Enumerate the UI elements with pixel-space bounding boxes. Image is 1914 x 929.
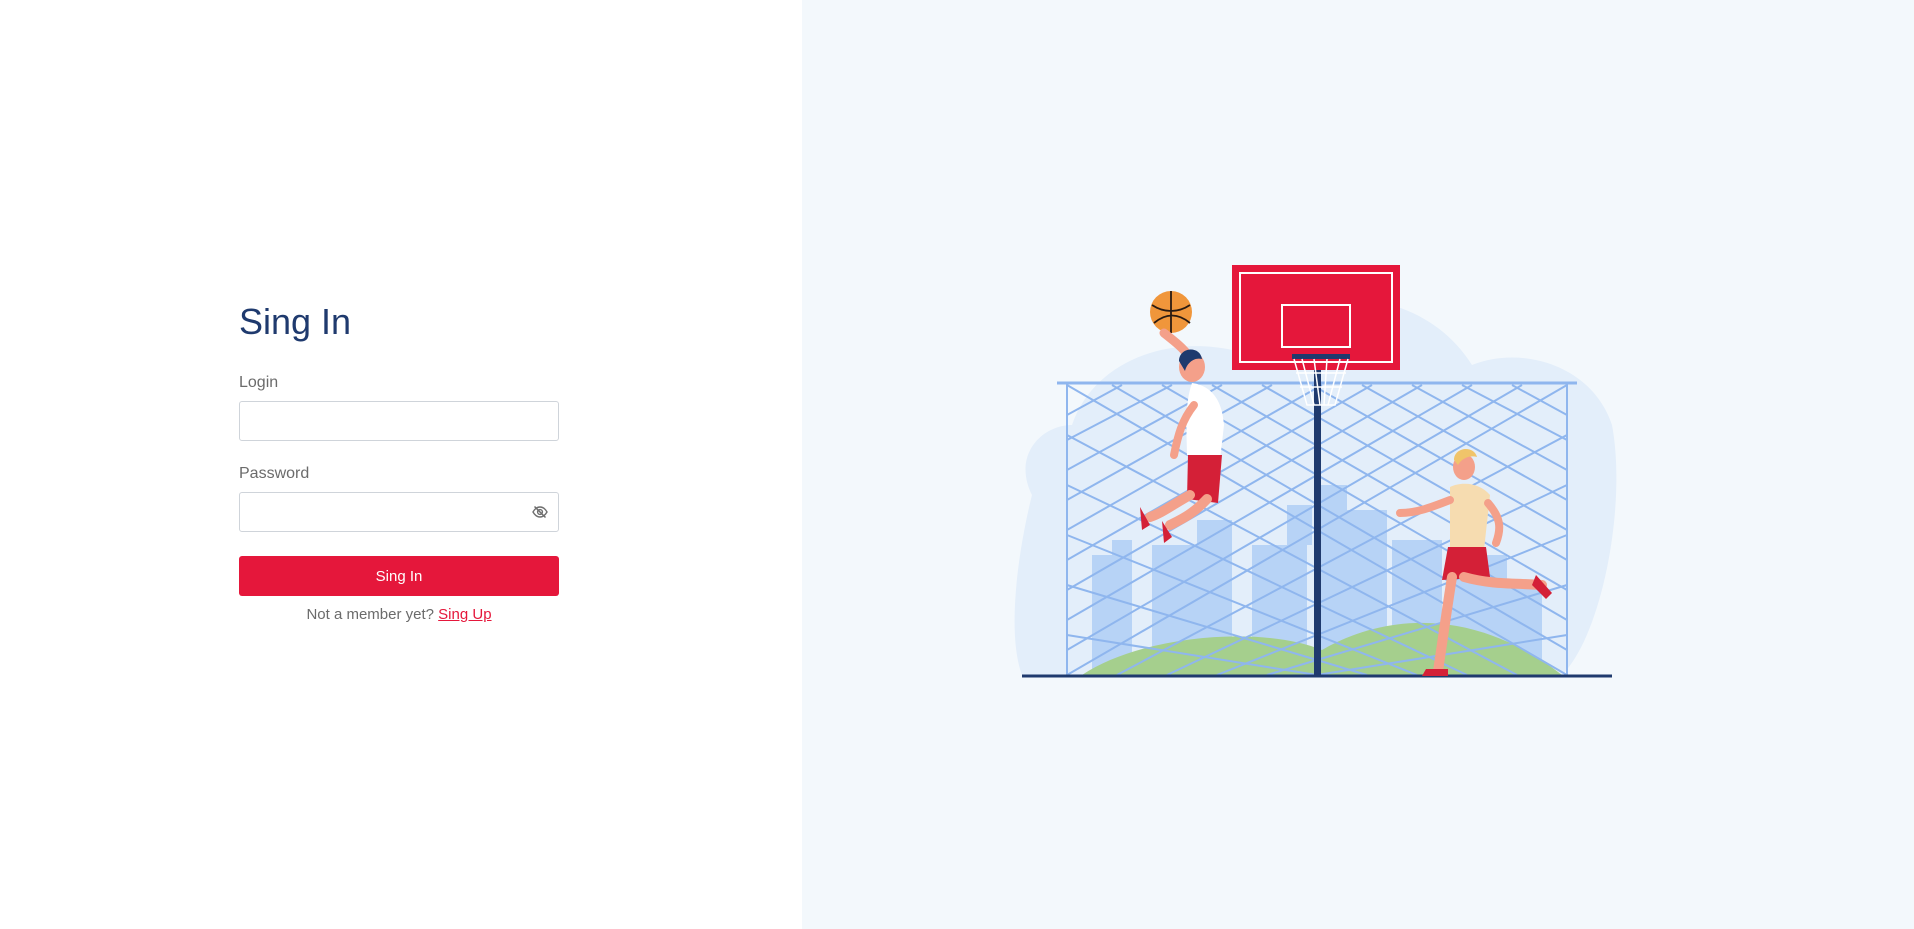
login-label: Login	[239, 374, 279, 391]
hoop-pole	[1314, 370, 1321, 676]
left-panel: Sing In Login Password Sing In Not a mem…	[0, 0, 802, 929]
right-panel	[802, 0, 1914, 929]
password-input[interactable]	[239, 492, 559, 532]
password-field-wrapper	[239, 492, 559, 532]
eye-slash-icon[interactable]	[532, 504, 548, 520]
login-field-wrapper	[239, 401, 559, 441]
signup-prompt: Not a member yet?	[306, 606, 434, 623]
basketball-illustration	[1014, 265, 1617, 678]
page-title: Sing In	[239, 301, 352, 342]
sign-in-button[interactable]: Sing In	[239, 556, 559, 596]
password-label: Password	[239, 465, 310, 482]
signup-row: Not a member yet? Sing Up	[239, 606, 559, 623]
signup-link[interactable]: Sing Up	[438, 606, 491, 623]
basketball	[1150, 291, 1192, 333]
page: Sing In Login Password Sing In Not a mem…	[0, 0, 1914, 929]
login-input[interactable]	[239, 401, 559, 441]
sign-in-form: Sing In Login Password Sing In Not a mem…	[239, 304, 559, 623]
